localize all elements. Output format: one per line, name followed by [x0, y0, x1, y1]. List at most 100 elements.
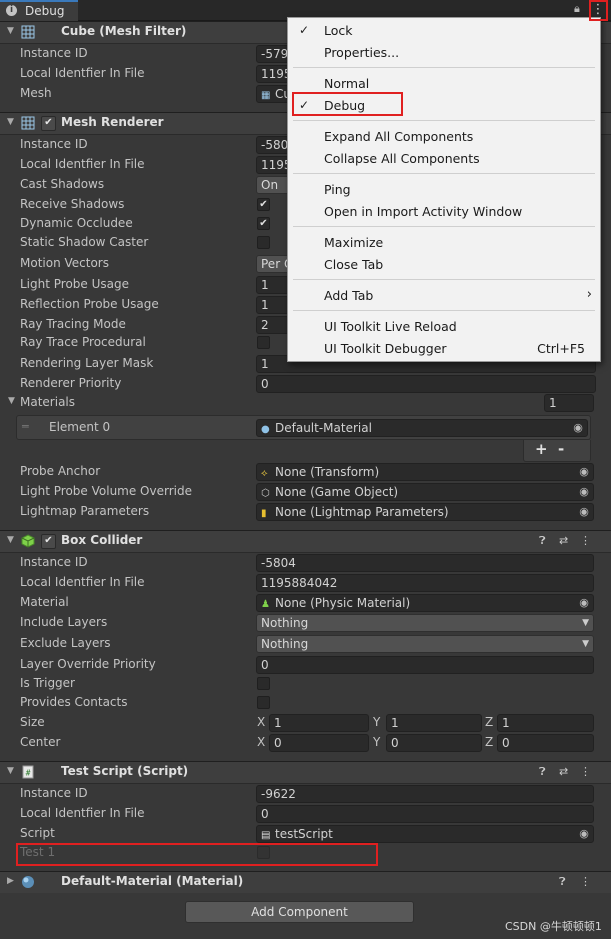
collapse-arrow-icon[interactable]: ▼ [7, 26, 14, 36]
material-row: Material ♟ None (Physic Material) ◉ [0, 593, 611, 613]
menu-item-ping[interactable]: Ping [288, 179, 600, 201]
size-z-field[interactable]: 1 [497, 714, 594, 732]
menu-item-maximize[interactable]: Maximize [288, 232, 600, 254]
row-label: Include Layers [20, 615, 108, 629]
lock-icon[interactable]: 🔒︎ [574, 2, 584, 16]
lightmap-params-field[interactable]: ▮ None (Lightmap Parameters) ◉ [256, 503, 594, 521]
row-label: Is Trigger [20, 676, 75, 690]
element0-value: Default-Material [275, 421, 372, 435]
element0-field[interactable]: ● Default-Material ◉ [256, 419, 588, 437]
layer-override-field[interactable]: 0 [256, 656, 594, 674]
menu-item-add-tab[interactable]: Add Tab › [288, 285, 600, 307]
size-y-field[interactable]: 1 [386, 714, 482, 732]
add-icon[interactable]: + [535, 440, 548, 458]
list-add-remove: + - [523, 440, 591, 462]
submenu-arrow-icon: › [586, 287, 592, 302]
drag-handle-icon[interactable]: ═ [22, 420, 29, 433]
instance-id-field[interactable]: -5804 [256, 554, 594, 572]
provides-contacts-checkbox[interactable] [257, 696, 270, 709]
collapse-arrow-icon[interactable]: ▼ [7, 117, 14, 127]
material-sphere-icon: ● [261, 424, 270, 435]
exclude-layers-value: Nothing [261, 637, 309, 651]
local-id-field[interactable]: 0 [256, 805, 594, 823]
probe-anchor-row: Probe Anchor ⟡ None (Transform) ◉ [0, 462, 611, 482]
dropdown-arrow-icon: ▼ [582, 639, 589, 649]
enabled-checkbox[interactable]: ✔ [41, 116, 56, 131]
ray-trace-procedural-checkbox[interactable] [257, 336, 270, 349]
object-picker-icon[interactable]: ◉ [577, 596, 591, 610]
menu-item-close-tab[interactable]: Close Tab [288, 254, 600, 276]
center-x-field[interactable]: 0 [269, 734, 369, 752]
menu-item-ui-debugger[interactable]: UI Toolkit Debugger Ctrl+F5 [288, 338, 600, 360]
menu-separator [293, 120, 595, 121]
component-menu-icon[interactable]: ⋮ [580, 875, 591, 888]
row-label: Lightmap Parameters [20, 504, 150, 518]
row-label: Light Probe Volume Override [20, 484, 192, 498]
preset-icon[interactable]: ⇄ [559, 765, 568, 778]
menu-separator [293, 67, 595, 68]
help-icon[interactable]: ❓︎ [539, 765, 546, 779]
local-id-row: Local Identfier In File 0 [0, 804, 611, 824]
row-label: Static Shadow Caster [20, 235, 149, 249]
materials-count-field[interactable]: 1 [544, 394, 594, 412]
menu-item-expand-all[interactable]: Expand All Components [288, 126, 600, 148]
size-x-field[interactable]: 1 [269, 714, 369, 732]
row-label: Script [20, 826, 55, 840]
menu-label: Normal [324, 76, 370, 91]
lpv-override-value: None (Game Object) [275, 485, 399, 499]
mesh-icon: ▦ [261, 90, 271, 101]
menu-item-properties[interactable]: Properties... [288, 42, 600, 64]
box-collider-header[interactable]: ▼ ✔ Box Collider ❓︎ ⇄ ⋮ [0, 530, 611, 553]
material-component-header[interactable]: ▶ Default-Material (Material) ❓︎ ⋮ [0, 871, 611, 894]
highlight-debug [292, 92, 403, 116]
object-picker-icon[interactable]: ◉ [571, 421, 585, 435]
local-id-field[interactable]: 1195884042 [256, 574, 594, 592]
tab-debug[interactable]: i Debug [0, 0, 78, 21]
expand-arrow-icon[interactable]: ▼ [8, 396, 15, 406]
component-menu-icon[interactable]: ⋮ [580, 765, 591, 778]
menu-item-open-import[interactable]: Open in Import Activity Window [288, 201, 600, 223]
expand-arrow-icon[interactable]: ▶ [7, 876, 14, 886]
lpv-override-field[interactable]: ⬡ None (Game Object) ◉ [256, 483, 594, 501]
dynamic-occludee-checkbox[interactable]: ✔ [257, 217, 270, 230]
axis-x-label: X [257, 715, 266, 729]
row-label: Ray Tracing Mode [20, 317, 126, 331]
receive-shadows-checkbox[interactable]: ✔ [257, 198, 270, 211]
is-trigger-checkbox[interactable] [257, 677, 270, 690]
renderer-priority-field[interactable]: 0 [256, 375, 596, 393]
collapse-arrow-icon[interactable]: ▼ [7, 535, 14, 545]
collapse-arrow-icon[interactable]: ▼ [7, 766, 14, 776]
probe-anchor-field[interactable]: ⟡ None (Transform) ◉ [256, 463, 594, 481]
object-picker-icon[interactable]: ◉ [577, 485, 591, 499]
menu-separator [293, 279, 595, 280]
script-field[interactable]: ▤ testScript ◉ [256, 825, 594, 843]
component-menu-icon[interactable]: ⋮ [580, 534, 591, 547]
exclude-layers-dropdown[interactable]: Nothing ▼ [256, 635, 594, 653]
menu-separator [293, 310, 595, 311]
static-shadow-checkbox[interactable] [257, 236, 270, 249]
object-picker-icon[interactable]: ◉ [577, 827, 591, 841]
object-picker-icon[interactable]: ◉ [577, 465, 591, 479]
physic-material-field[interactable]: ♟ None (Physic Material) ◉ [256, 594, 594, 612]
remove-icon[interactable]: - [558, 440, 564, 458]
center-y-field[interactable]: 0 [386, 734, 482, 752]
material-value: None (Physic Material) [275, 596, 411, 610]
add-component-button[interactable]: Add Component [185, 901, 414, 923]
test-script-header[interactable]: ▼ # Test Script (Script) ❓︎ ⇄ ⋮ [0, 761, 611, 784]
help-icon[interactable]: ❓︎ [539, 534, 546, 548]
help-icon[interactable]: ❓︎ [559, 875, 566, 889]
physic-material-icon: ♟ [261, 599, 270, 610]
enabled-checkbox[interactable]: ✔ [41, 534, 56, 549]
box-collider-icon [21, 534, 35, 548]
provides-contacts-row: Provides Contacts [0, 693, 611, 713]
center-z-field[interactable]: 0 [497, 734, 594, 752]
menu-item-ui-live-reload[interactable]: UI Toolkit Live Reload [288, 316, 600, 338]
menu-item-collapse-all[interactable]: Collapse All Components [288, 148, 600, 170]
preset-icon[interactable]: ⇄ [559, 534, 568, 547]
include-layers-dropdown[interactable]: Nothing ▼ [256, 614, 594, 632]
menu-item-lock[interactable]: ✓ Lock [288, 20, 600, 42]
object-picker-icon[interactable]: ◉ [577, 505, 591, 519]
instance-id-field[interactable]: -9622 [256, 785, 594, 803]
watermark: CSDN @牛顿顿顿1 [505, 920, 602, 933]
include-layers-value: Nothing [261, 616, 309, 630]
